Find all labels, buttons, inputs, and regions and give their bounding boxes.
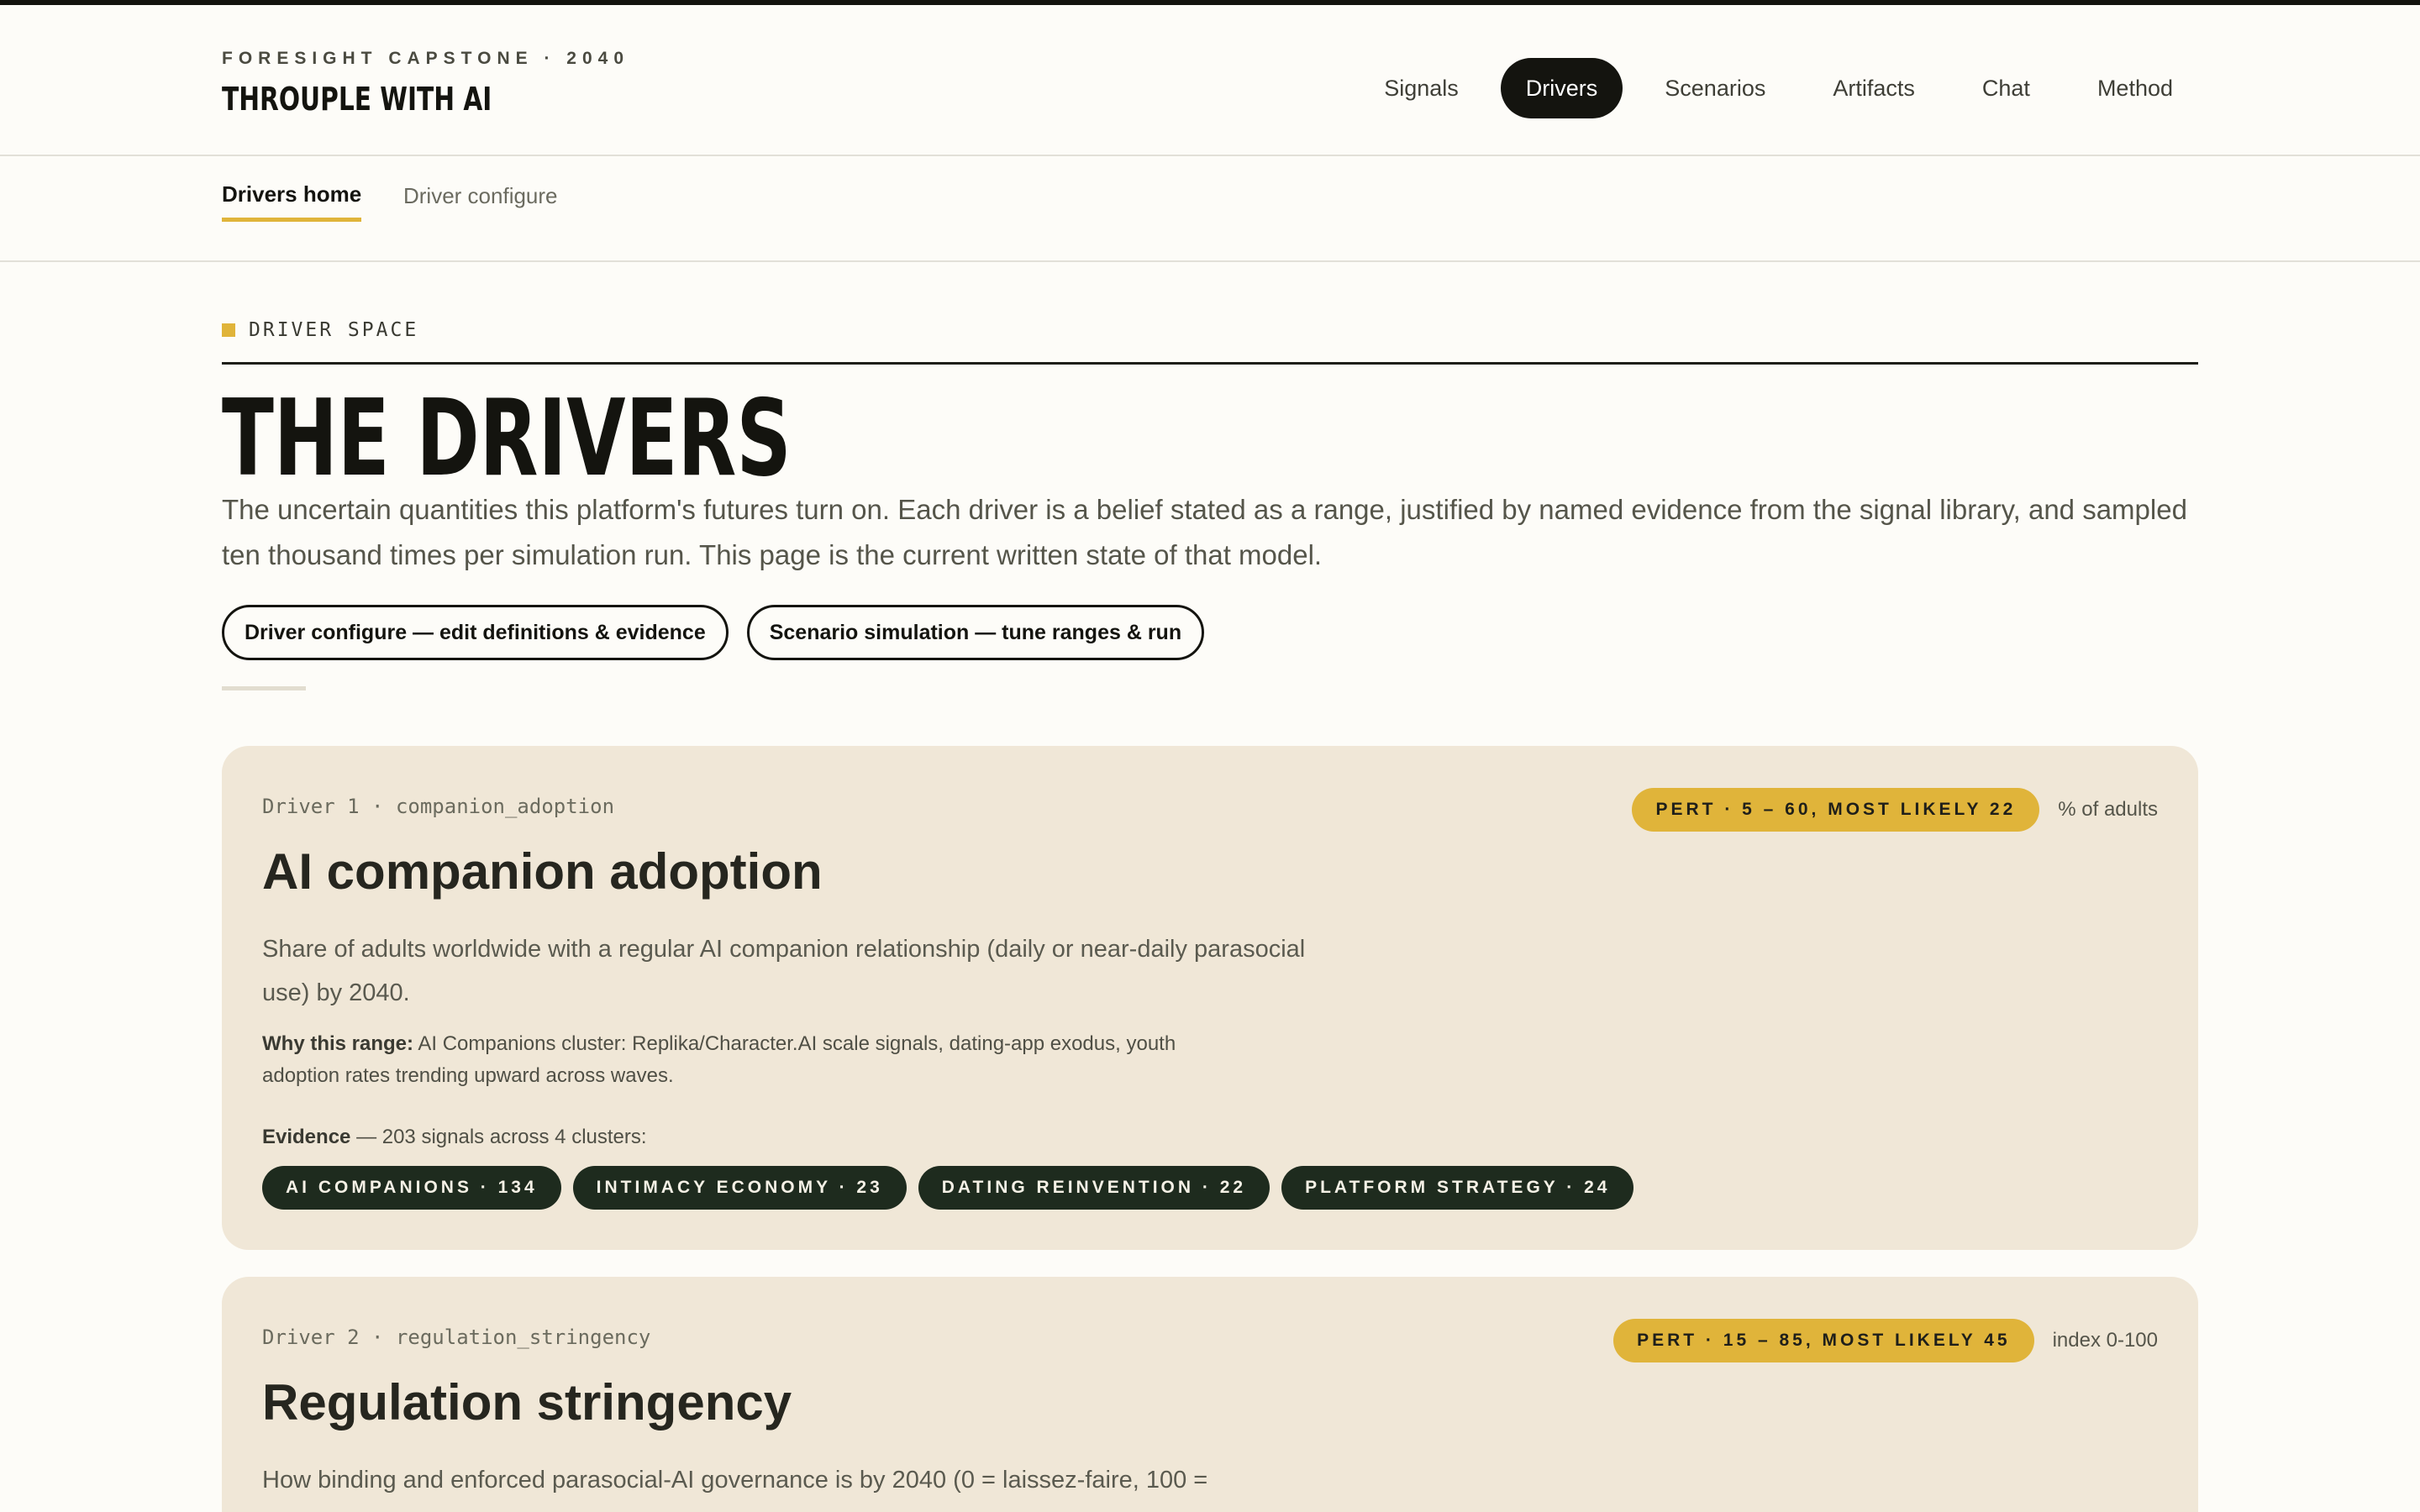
driver-description: Share of adults worldwide with a regular… [262, 936, 1306, 1006]
rationale-label: Why this range: [262, 1032, 414, 1055]
evidence-tag[interactable]: DATING REINVENTION · 22 [918, 1166, 1270, 1210]
driver-rationale: Why this range: AI Companions cluster: R… [262, 1028, 1212, 1092]
nav-artifacts[interactable]: Artifacts [1807, 58, 1940, 118]
section-label: DRIVER SPACE [222, 319, 418, 341]
range-unit: index 0-100 [2052, 1329, 2158, 1352]
driver-meta: Driver 1 · companion_adoption [262, 795, 615, 818]
driver-title: Regulation stringency [262, 1374, 792, 1431]
nav-chat[interactable]: Chat [1957, 58, 2055, 118]
site-kicker: FORESIGHT CAPSTONE · 2040 [222, 49, 630, 68]
site-header: FORESIGHT CAPSTONE · 2040 THROUPLE WITH … [0, 5, 2420, 156]
driver-card: Driver 1 · companion_adoption PERT · 5 –… [222, 746, 2198, 1250]
driver-title: AI companion adoption [262, 843, 823, 900]
evidence-label: Evidence [262, 1126, 351, 1148]
nav-drivers[interactable]: Drivers [1500, 58, 1623, 118]
evidence-tag[interactable]: AI COMPANIONS · 134 [262, 1166, 561, 1210]
section-marker-square [222, 323, 235, 337]
subnav-driver-configure[interactable]: Driver configure [403, 183, 558, 223]
evidence-tag[interactable]: PLATFORM STRATEGY · 24 [1281, 1166, 1634, 1210]
driver-range: PERT · 5 – 60, MOST LIKELY 22 % of adult… [1632, 788, 2158, 832]
driver-card: Driver 2 · regulation_stringency PERT · … [222, 1277, 2198, 1512]
nav-method[interactable]: Method [2072, 58, 2198, 118]
evidence-text: — 203 signals across 4 clusters: [356, 1126, 647, 1148]
site-brand[interactable]: THROUPLE WITH AI [222, 81, 492, 118]
nav-scenarios[interactable]: Scenarios [1639, 58, 1791, 118]
range-badge: PERT · 5 – 60, MOST LIKELY 22 [1632, 788, 2040, 832]
subnav-drivers-home[interactable]: Drivers home [222, 181, 362, 222]
decorative-stub [222, 686, 306, 690]
sub-nav: Drivers home Driver configure [0, 158, 2420, 262]
driver-description: How binding and enforced parasocial-AI g… [262, 1467, 1208, 1494]
page-title: THE DRIVERS [222, 376, 792, 500]
range-badge: PERT · 15 – 85, MOST LIKELY 45 [1613, 1319, 2034, 1362]
page-actions: Driver configure — edit definitions & ev… [222, 605, 1205, 660]
driver-range: PERT · 15 – 85, MOST LIKELY 45 index 0-1… [1613, 1319, 2158, 1362]
driver-configure-button[interactable]: Driver configure — edit definitions & ev… [222, 605, 729, 660]
section-label-text: DRIVER SPACE [249, 319, 419, 341]
evidence-tag[interactable]: INTIMACY ECONOMY · 23 [572, 1166, 907, 1210]
driver-meta: Driver 2 · regulation_stringency [262, 1326, 651, 1349]
evidence-tags: AI COMPANIONS · 134 INTIMACY ECONOMY · 2… [262, 1166, 1634, 1210]
nav-signals[interactable]: Signals [1359, 58, 1484, 118]
evidence-summary: Evidence — 203 signals across 4 clusters… [262, 1126, 647, 1149]
range-unit: % of adults [2058, 798, 2158, 821]
scenario-simulation-button[interactable]: Scenario simulation — tune ranges & run [746, 605, 1205, 660]
main-nav: Signals Drivers Scenarios Artifacts Chat… [1359, 57, 2198, 119]
section-divider [222, 362, 2198, 365]
page-intro: The uncertain quantities this platform's… [222, 494, 2187, 570]
